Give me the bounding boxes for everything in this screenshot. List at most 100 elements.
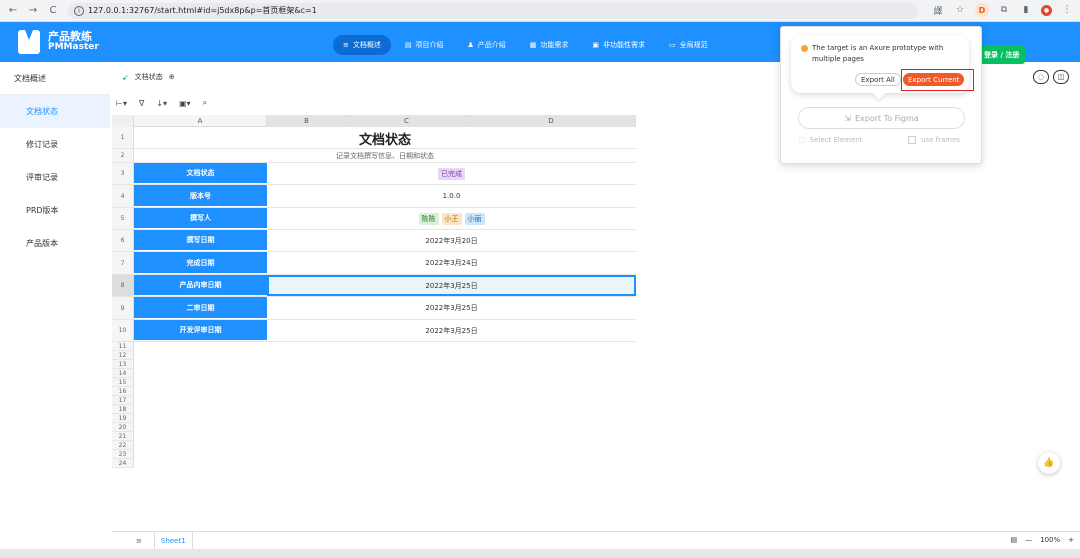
profile-avatar-icon[interactable]: ●	[1041, 4, 1052, 16]
filter-icon[interactable]: ∇	[139, 99, 144, 108]
export-all-button[interactable]: Export All	[855, 73, 901, 86]
label-cell[interactable]: 开发评审日期	[134, 320, 267, 341]
row-number[interactable]: 12	[112, 351, 134, 360]
column-header-a[interactable]: A	[134, 115, 267, 127]
value-cell[interactable]: 已完成	[267, 163, 636, 184]
export-to-figma-button[interactable]: ⇲ Export To Figma	[798, 107, 965, 129]
label-cell[interactable]: 版本号	[134, 185, 267, 207]
top-nav-item-product[interactable]: ♟ 产品介绍	[458, 35, 516, 55]
sheet-tab-bar: ≡ Sheet1 ▤ — 100% +	[112, 531, 1080, 550]
extension-d-icon[interactable]: D	[975, 3, 989, 17]
sort-icon[interactable]: ↓▾	[156, 99, 167, 108]
column-header-d[interactable]: D	[467, 115, 636, 127]
row-number[interactable]: 5	[112, 208, 134, 230]
row-number[interactable]: 14	[112, 369, 134, 378]
row-number[interactable]: 4	[112, 185, 134, 208]
row-number[interactable]: 21	[112, 432, 134, 441]
label-cell[interactable]: 撰写人	[134, 208, 267, 229]
row-number[interactable]: 1	[112, 127, 134, 149]
row-number[interactable]: 8	[112, 275, 134, 297]
top-nav-item-project[interactable]: ▤ 项目介绍	[395, 35, 454, 55]
selected-value-cell[interactable]: 2022年3月25日	[267, 275, 636, 296]
translate-icon[interactable]: 譯	[931, 3, 945, 17]
value-cell[interactable]: 2022年3月20日	[267, 230, 636, 251]
row-number[interactable]: 3	[112, 163, 134, 185]
share-icon[interactable]: ⊕	[169, 73, 175, 81]
zoom-in-icon[interactable]: +	[1068, 536, 1074, 544]
checkbox-box	[908, 136, 916, 144]
panel-toggle-icon[interactable]: ◫	[1053, 70, 1069, 84]
row-number[interactable]: 7	[112, 252, 134, 275]
stack-icon: ▦	[529, 41, 537, 49]
sidebar-item-reviews[interactable]: 评审记录	[0, 161, 110, 194]
row-number[interactable]: 15	[112, 378, 134, 387]
zoom-out-icon[interactable]: —	[1025, 536, 1032, 544]
label-cell[interactable]: 完成日期	[134, 252, 267, 274]
label-cell[interactable]: 二审日期	[134, 297, 267, 319]
value-cell[interactable]: 陈陈 小王 小丽	[267, 208, 636, 229]
star-icon[interactable]: ☆	[953, 3, 967, 17]
column-header-c[interactable]: C	[347, 115, 467, 127]
row-number[interactable]: 24	[112, 459, 134, 468]
forward-icon[interactable]: →	[26, 4, 40, 18]
figma-export-popup: The target is an Axure prototype with mu…	[780, 26, 982, 164]
login-register-button[interactable]: 登录 / 注册	[978, 46, 1026, 64]
row-number[interactable]: 9	[112, 297, 134, 320]
row-number[interactable]: 23	[112, 450, 134, 459]
sheet-toolbar: ⊢▾ ∇ ↓▾ ▣▾ ⌕	[116, 96, 207, 110]
address-bar[interactable]: i 127.0.0.1:32767/start.html#id=j5dx8p&p…	[68, 2, 918, 19]
view-icon[interactable]: ▣▾	[179, 99, 191, 108]
sidebar-item-prd-version[interactable]: PRD版本	[0, 194, 110, 227]
side-panel-icon[interactable]: ▮	[1019, 3, 1033, 17]
row-number[interactable]: 10	[112, 320, 134, 342]
freeze-icon[interactable]: ⊢▾	[116, 99, 127, 108]
label-cell[interactable]: 文档状态	[134, 163, 267, 184]
row-number[interactable]: 11	[112, 342, 134, 351]
value-cell[interactable]: 2022年3月25日	[267, 320, 636, 341]
search-icon[interactable]: ⌕	[203, 98, 207, 108]
value-cell[interactable]: 2022年3月25日	[267, 297, 636, 319]
sheet-subtitle-cell[interactable]: 记录文档撰写信息、日期和状态	[134, 149, 636, 162]
row-number[interactable]: 19	[112, 414, 134, 423]
top-nav-item-global[interactable]: ▭ 全局规范	[659, 35, 718, 55]
row-number[interactable]: 2	[112, 149, 134, 163]
like-icon[interactable]: 👍	[1038, 452, 1060, 474]
folder-icon: ▭	[669, 41, 676, 49]
back-icon[interactable]: ←	[6, 4, 20, 18]
row-number[interactable]: 22	[112, 441, 134, 450]
row-number[interactable]: 13	[112, 360, 134, 369]
row-number[interactable]: 17	[112, 396, 134, 405]
label-cell[interactable]: 撰写日期	[134, 230, 267, 251]
comment-icon[interactable]: ◌	[1033, 70, 1049, 84]
warning-icon	[801, 45, 808, 52]
layout-icon[interactable]: ▤	[1010, 536, 1017, 544]
row-number[interactable]: 18	[112, 405, 134, 414]
sheet-list-icon[interactable]: ≡	[136, 537, 142, 545]
select-element-option[interactable]: ⬚ Select Element	[799, 136, 862, 144]
menu-kebab-icon[interactable]: ⋮	[1060, 3, 1074, 17]
row-number[interactable]: 16	[112, 387, 134, 396]
use-frames-checkbox[interactable]: use frames	[908, 136, 960, 144]
site-info-icon[interactable]: i	[74, 5, 84, 16]
reload-icon[interactable]: C	[46, 4, 60, 18]
select-all-corner[interactable]	[112, 115, 134, 127]
column-header-b[interactable]: B	[267, 115, 347, 127]
table-row: 文档状态 已完成	[134, 163, 636, 185]
row-number[interactable]: 6	[112, 230, 134, 252]
sheet-tab[interactable]: Sheet1	[153, 531, 193, 550]
sidebar: 文档概述 文档状态 修订记录 评审记录 PRD版本 产品版本	[0, 62, 110, 558]
sidebar-item-revisions[interactable]: 修订记录	[0, 128, 110, 161]
row-number[interactable]: 20	[112, 423, 134, 432]
top-nav-item-doc-overview[interactable]: ≡ 文档概述	[333, 35, 391, 55]
value-cell[interactable]: 1.0.0	[267, 185, 636, 207]
value-cell[interactable]: 2022年3月24日	[267, 252, 636, 274]
top-nav-item-nonfunctional[interactable]: ▣ 非功能性需求	[582, 35, 655, 55]
logo[interactable]: 产品教练 PMMaster	[18, 30, 99, 54]
sidebar-item-doc-status[interactable]: 文档状态	[0, 95, 110, 128]
extensions-puzzle-icon[interactable]: ⧉	[997, 3, 1011, 17]
label-cell[interactable]: 产品内审日期	[134, 275, 267, 296]
popup-message: The target is an Axure prototype with mu…	[812, 44, 944, 63]
sidebar-item-product-version[interactable]: 产品版本	[0, 227, 110, 260]
sheet-title-cell[interactable]: 文档状态	[134, 127, 636, 149]
top-nav-item-features[interactable]: ▦ 功能需求	[520, 35, 579, 55]
